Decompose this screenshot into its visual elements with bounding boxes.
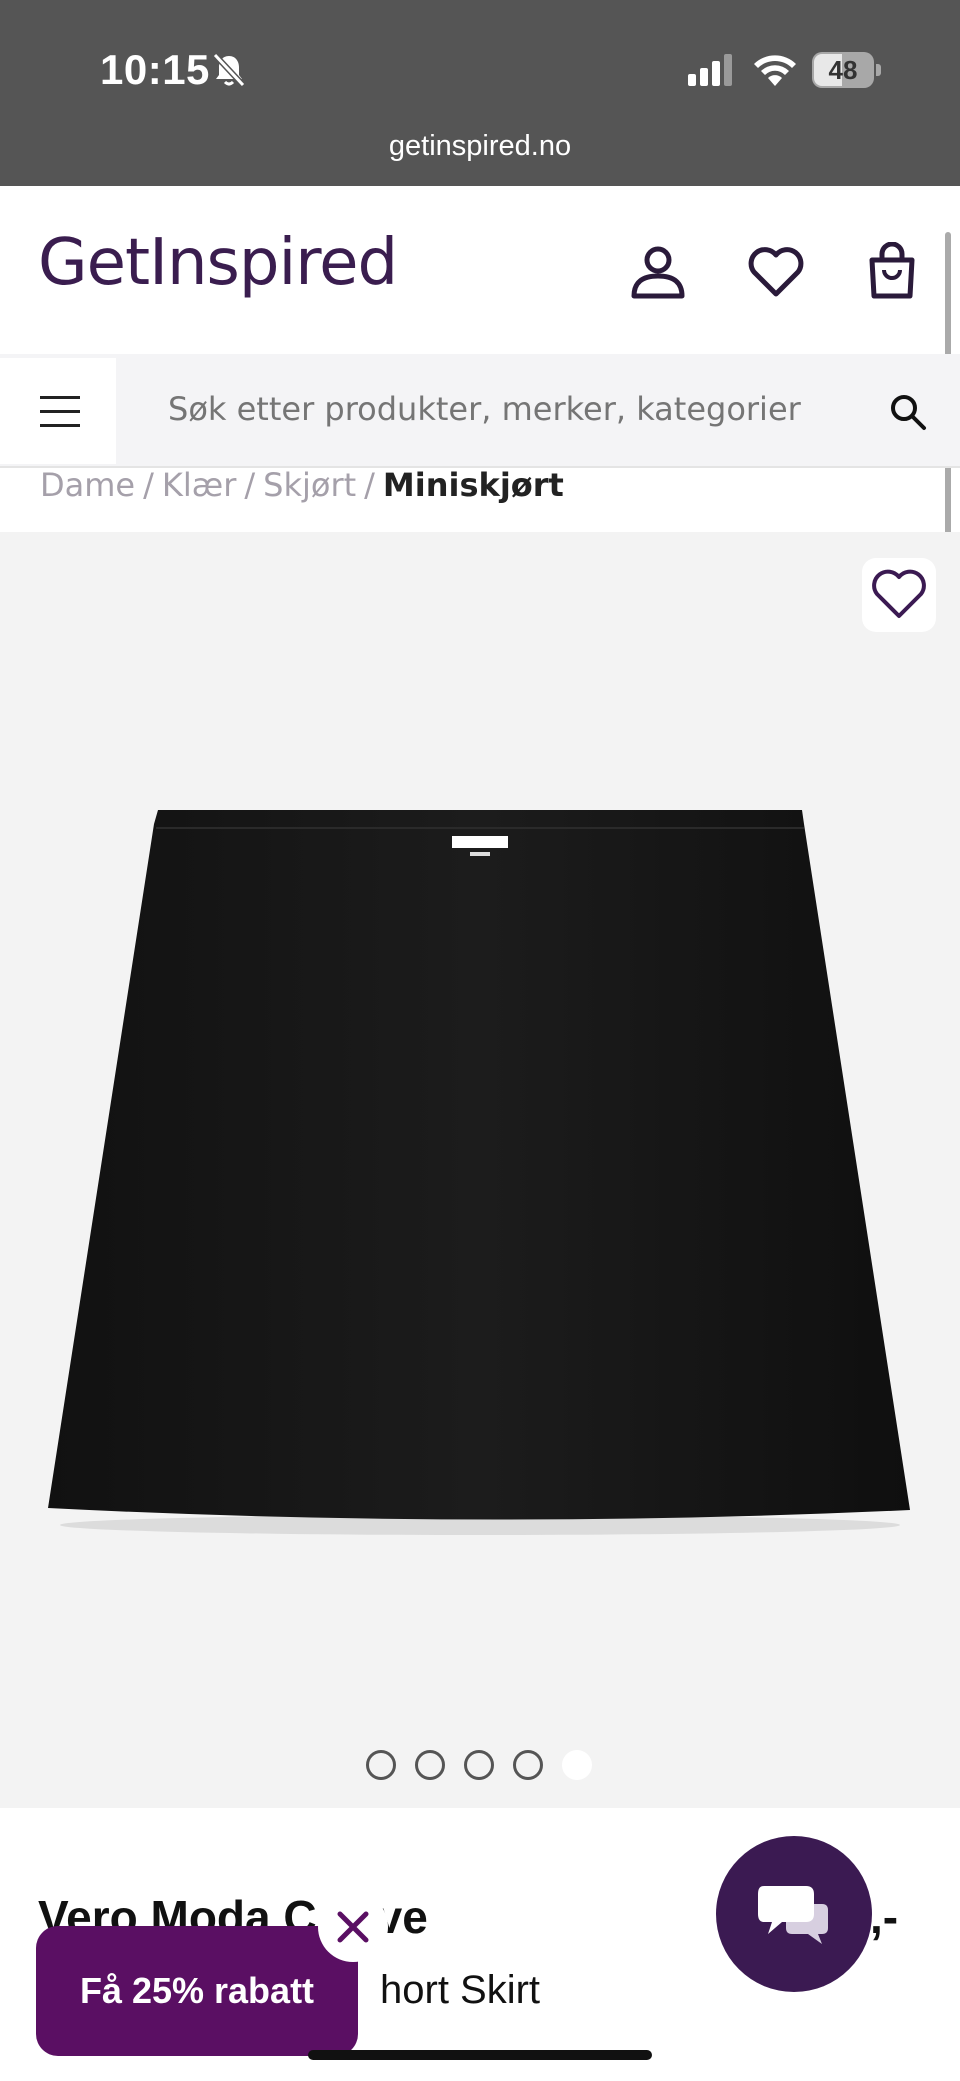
- wifi-icon: [754, 55, 796, 86]
- favorite-button[interactable]: [862, 558, 936, 632]
- status-bar: 10:15 48 getinspired.no: [0, 0, 960, 186]
- product-image-skirt: [48, 810, 910, 1535]
- user-icon[interactable]: [628, 242, 688, 302]
- breadcrumb-current: Miniskjørt: [382, 466, 564, 504]
- bell-muted-icon: [212, 52, 246, 88]
- discount-close-button[interactable]: [318, 1892, 388, 1962]
- heart-icon: [872, 569, 926, 618]
- search-row: [0, 354, 960, 468]
- site-header: GetInspired: [0, 186, 960, 354]
- gallery-dot-2[interactable]: [415, 1750, 445, 1780]
- breadcrumb-item-klaer[interactable]: Klær: [162, 466, 236, 504]
- gallery-dot-4[interactable]: [513, 1750, 543, 1780]
- product-price: ,-: [870, 1891, 899, 1943]
- product-subtitle: hort Skirt: [380, 1968, 541, 2012]
- close-icon: [337, 1911, 369, 1943]
- home-indicator[interactable]: [308, 2050, 652, 2060]
- battery-level: 48: [828, 55, 858, 85]
- gallery-dot-1[interactable]: [366, 1750, 396, 1780]
- breadcrumb-item-skjort[interactable]: Skjørt: [263, 466, 356, 504]
- shopping-bag-icon[interactable]: [862, 242, 922, 302]
- gallery-dot-3[interactable]: [464, 1750, 494, 1780]
- cellular-signal-icon: [688, 54, 732, 86]
- search-input[interactable]: [168, 390, 868, 428]
- chat-button[interactable]: [716, 1836, 872, 1992]
- gallery-dot-5[interactable]: [562, 1750, 592, 1780]
- discount-banner[interactable]: Få 25% rabatt: [36, 1926, 358, 2056]
- search-icon[interactable]: [888, 392, 928, 432]
- url-bar[interactable]: getinspired.no: [0, 130, 960, 163]
- discount-label: Få 25% rabatt: [79, 1970, 315, 2011]
- battery-indicator: 48: [812, 52, 882, 88]
- breadcrumb: Dame / Klær / Skjørt / Miniskjørt: [40, 466, 564, 504]
- chat-bubbles-icon: [758, 1886, 828, 1944]
- site-logo[interactable]: GetInspired: [38, 226, 398, 300]
- breadcrumb-item-dame[interactable]: Dame: [40, 466, 135, 504]
- status-time: 10:15: [100, 46, 210, 93]
- heart-icon[interactable]: [746, 242, 806, 302]
- menu-button[interactable]: [0, 358, 116, 464]
